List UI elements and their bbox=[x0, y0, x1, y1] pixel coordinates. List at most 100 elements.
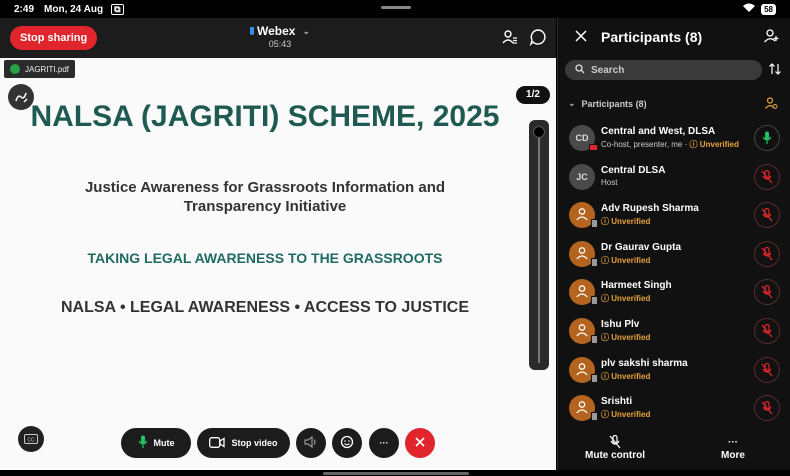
meeting-timer: 05:43 bbox=[268, 39, 292, 49]
participant-details: Co-host, presenter, me · ⓘ Unverified bbox=[601, 139, 739, 150]
participant-name: plv sakshi sharma bbox=[601, 357, 688, 369]
mute-control-button[interactable]: Mute control bbox=[580, 434, 650, 461]
participants-panel: Participants (8) ⌄ Participants (8) CD Ce… bbox=[557, 18, 790, 470]
participant-status: Unverified bbox=[611, 255, 651, 265]
invite-people-icon[interactable] bbox=[763, 28, 779, 44]
stop-video-label: Stop video bbox=[231, 438, 278, 448]
stop-sharing-button[interactable]: Stop sharing bbox=[10, 26, 98, 50]
avatar bbox=[569, 317, 598, 344]
closed-captions-icon[interactable]: CC bbox=[18, 426, 44, 452]
participant-list: CD Central and West, DLSA Co-host, present… bbox=[558, 120, 790, 429]
device-badge-icon bbox=[591, 412, 598, 422]
device-badge-icon bbox=[591, 219, 598, 229]
mute-control-label: Mute control bbox=[585, 450, 645, 461]
home-indicator[interactable] bbox=[323, 472, 469, 475]
more-label: More bbox=[721, 450, 745, 461]
participant-name: Harmeet Singh bbox=[601, 280, 672, 292]
svg-text:CC: CC bbox=[27, 438, 35, 444]
page-indicator: 1/2 bbox=[516, 86, 550, 104]
participant-details: Host bbox=[601, 178, 617, 187]
shared-file-tab[interactable]: JAGRITI.pdf bbox=[4, 60, 76, 78]
mic-muted-icon[interactable] bbox=[754, 395, 780, 422]
avatar bbox=[569, 395, 598, 422]
more-options-button[interactable]: ··· bbox=[369, 428, 399, 458]
scroll-thumb[interactable] bbox=[533, 126, 545, 138]
meeting-title[interactable]: Webex ⌄ 05:43 bbox=[250, 24, 310, 49]
shared-content[interactable]: JAGRITI.pdf 1/2 NALSA (JAGRITI) SCHEME, … bbox=[0, 58, 556, 470]
participant-name: Dr Gaurav Gupta bbox=[601, 241, 682, 253]
question-icon: ⓘ bbox=[689, 140, 700, 149]
chevron-down-icon: ⌄ bbox=[568, 98, 576, 108]
status-bar: 2:49 Mon, 24 Aug ⧉ 58 bbox=[0, 0, 790, 18]
participant-row[interactable]: plv sakshi sharma ⓘ Unverified bbox=[558, 352, 790, 391]
participant-row[interactable]: Adv Rupesh Sharma ⓘ Unverified bbox=[558, 197, 790, 236]
participant-row[interactable]: Ishu Plv ⓘ Unverified bbox=[558, 313, 790, 352]
stop-video-button[interactable]: Stop video bbox=[197, 428, 290, 458]
participant-search[interactable] bbox=[565, 60, 762, 80]
participant-row[interactable]: Srishti ⓘ Unverified bbox=[558, 390, 790, 429]
participant-status: Unverified bbox=[611, 410, 651, 420]
shield-icon bbox=[250, 27, 254, 35]
panel-title: Participants (8) bbox=[601, 29, 703, 45]
participant-status: Unverified bbox=[611, 332, 651, 342]
participant-row[interactable]: JC Central DLSA Host bbox=[558, 159, 790, 198]
screen-cast-icon: ⧉ bbox=[111, 3, 124, 15]
slide-title: NALSA (JAGRITI) SCHEME, 2025 bbox=[30, 100, 500, 133]
battery-indicator: 58 bbox=[761, 3, 776, 15]
participants-section-header[interactable]: ⌄ Participants (8) bbox=[568, 98, 647, 109]
close-panel-icon[interactable] bbox=[574, 29, 588, 43]
navigation-bar bbox=[0, 470, 790, 476]
more-icon: ··· bbox=[379, 438, 389, 448]
person-icon bbox=[575, 362, 589, 378]
participants-list-icon[interactable] bbox=[501, 28, 519, 46]
slide-tagline: TAKING LEGAL AWARENESS TO THE GRASSROOTS bbox=[87, 250, 443, 266]
lobby-user-icon[interactable] bbox=[764, 96, 778, 110]
chevron-down-icon: ⌄ bbox=[302, 25, 310, 36]
participant-details: ⓘ Unverified bbox=[601, 332, 650, 343]
clock: 2:49 bbox=[14, 3, 35, 15]
participant-row[interactable]: Harmeet Singh ⓘ Unverified bbox=[558, 274, 790, 313]
mute-button[interactable]: Mute bbox=[121, 428, 191, 458]
mic-muted-icon[interactable] bbox=[754, 163, 780, 190]
participant-status: Unverified bbox=[611, 217, 651, 227]
panel-footer: Mute control ··· More bbox=[558, 430, 790, 470]
date: Mon, 24 Aug bbox=[44, 3, 104, 15]
sort-icon[interactable] bbox=[768, 62, 782, 76]
mic-muted-icon[interactable] bbox=[754, 279, 780, 306]
panel-header: Participants (8) bbox=[558, 18, 790, 58]
microphone-icon bbox=[138, 435, 148, 451]
question-icon: ⓘ bbox=[601, 371, 612, 381]
mic-muted-icon[interactable] bbox=[754, 240, 780, 267]
device-badge-icon bbox=[591, 373, 598, 383]
participant-status: Unverified bbox=[699, 140, 739, 149]
mic-muted-icon[interactable] bbox=[754, 317, 780, 344]
mic-muted-icon[interactable] bbox=[754, 202, 780, 229]
window-handle[interactable] bbox=[381, 6, 411, 9]
participant-name: Central DLSA bbox=[601, 164, 666, 176]
participant-row[interactable]: Dr Gaurav Gupta ⓘ Unverified bbox=[558, 236, 790, 275]
leave-meeting-button[interactable] bbox=[405, 428, 435, 458]
audio-button[interactable] bbox=[296, 428, 326, 458]
wifi-icon bbox=[743, 3, 756, 15]
mic-muted-icon[interactable] bbox=[754, 356, 780, 383]
participant-details: ⓘ Unverified bbox=[601, 371, 650, 382]
avatar-initials: JC bbox=[576, 171, 588, 182]
participant-status: Unverified bbox=[611, 294, 651, 304]
avatar: JC bbox=[569, 163, 595, 190]
reactions-button[interactable] bbox=[332, 428, 362, 458]
chat-icon[interactable] bbox=[529, 28, 547, 47]
panel-more-button[interactable]: ··· More bbox=[708, 434, 758, 462]
question-icon: ⓘ bbox=[601, 255, 612, 265]
mute-label: Mute bbox=[153, 438, 175, 448]
sharing-badge-icon bbox=[589, 144, 598, 151]
mic-off-icon bbox=[580, 434, 650, 450]
search-input[interactable] bbox=[591, 64, 751, 76]
app-name: Webex bbox=[256, 24, 296, 38]
mic-on-icon[interactable] bbox=[754, 125, 780, 151]
participant-row[interactable]: CD Central and West, DLSA Co-host, present… bbox=[558, 120, 790, 159]
file-name: JAGRITI.pdf bbox=[25, 64, 70, 74]
page-scrollbar[interactable] bbox=[529, 120, 549, 370]
meeting-top-bar: Stop sharing Webex ⌄ 05:43 bbox=[0, 18, 556, 58]
question-icon: ⓘ bbox=[601, 294, 612, 304]
participant-name: Adv Rupesh Sharma bbox=[601, 203, 699, 215]
